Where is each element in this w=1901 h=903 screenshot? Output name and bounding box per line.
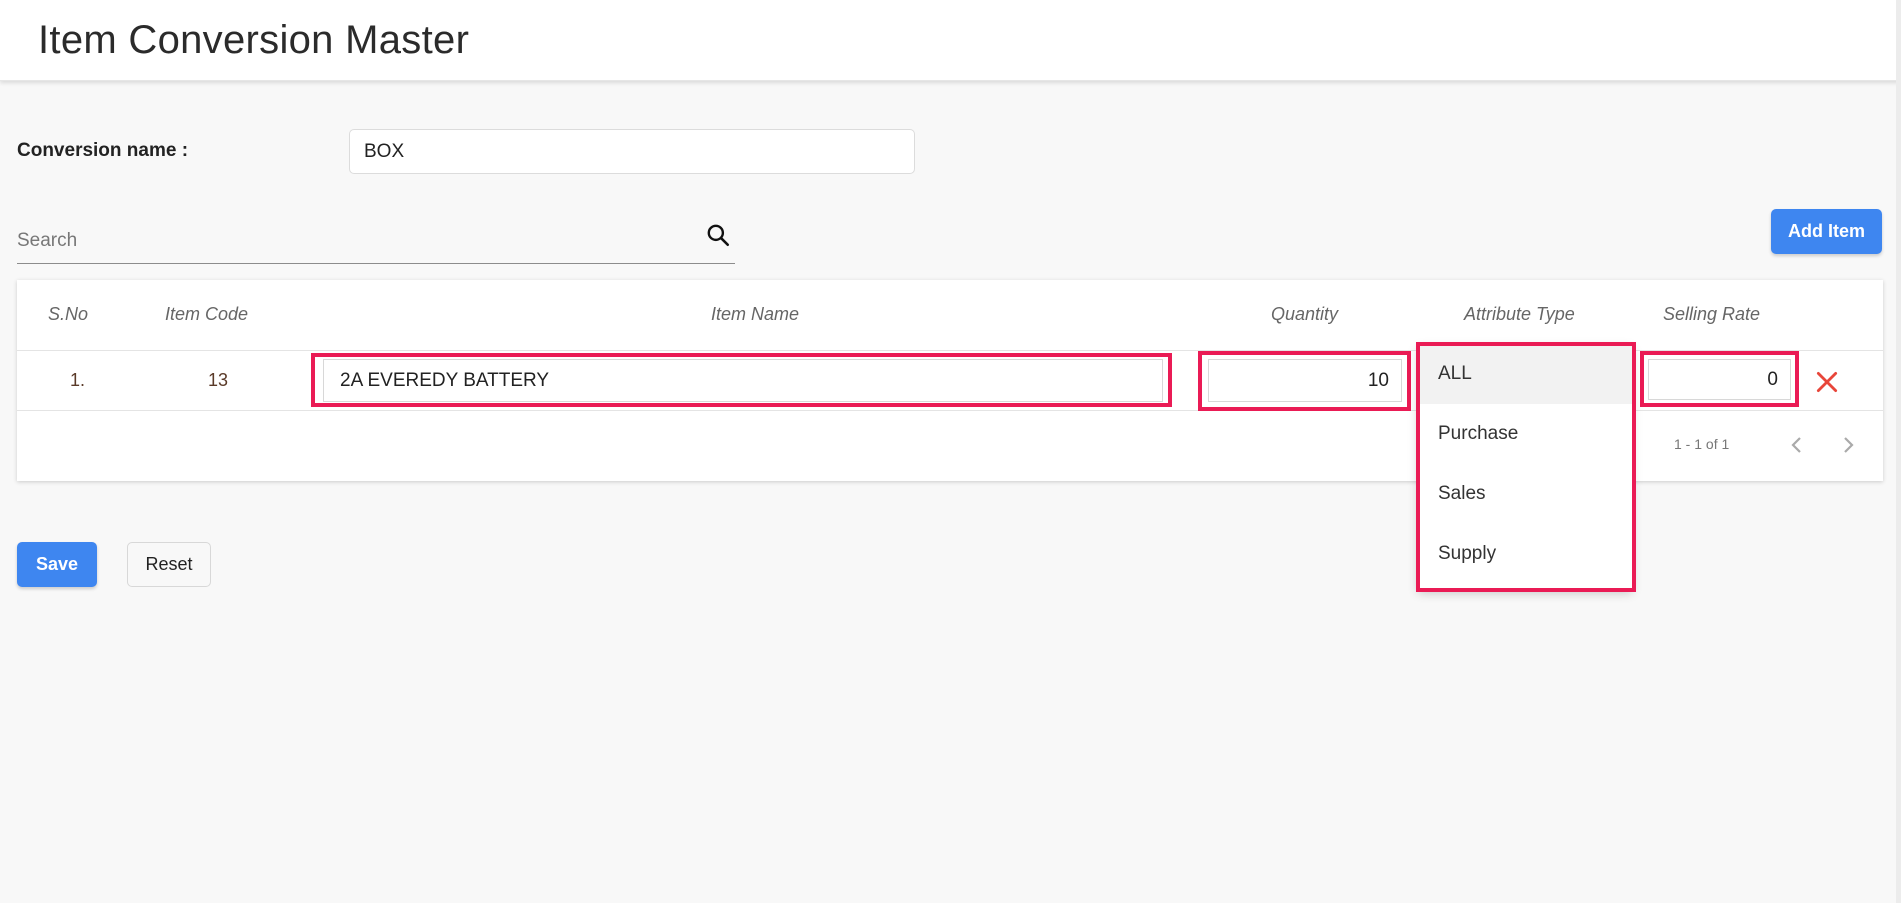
conversion-name-input[interactable]: BOX bbox=[349, 129, 915, 174]
page-header: Item Conversion Master bbox=[0, 0, 1901, 81]
page-scrollbar[interactable] bbox=[1896, 0, 1901, 903]
row-sno: 1. bbox=[70, 370, 86, 390]
column-header-item-code: Item Code bbox=[165, 304, 249, 324]
quantity-input[interactable]: 10 bbox=[1208, 359, 1402, 402]
item-name-input[interactable]: 2A EVEREDY BATTERY bbox=[323, 359, 1163, 402]
pagination-range: 1 - 1 of 1 bbox=[1674, 436, 1730, 452]
prev-page-icon[interactable] bbox=[1785, 433, 1809, 457]
reset-button[interactable]: Reset bbox=[127, 542, 211, 587]
attribute-type-highlight bbox=[1416, 342, 1636, 592]
add-item-button[interactable]: Add Item bbox=[1771, 209, 1882, 254]
delete-row-icon[interactable] bbox=[1814, 369, 1840, 395]
column-header-sno: S.No bbox=[48, 304, 89, 324]
selling-rate-input[interactable]: 0 bbox=[1648, 359, 1791, 400]
column-header-quantity: Quantity bbox=[1271, 304, 1339, 324]
row-item-code: 13 bbox=[208, 370, 229, 390]
save-button[interactable]: Save bbox=[17, 542, 97, 587]
search-placeholder: Search bbox=[17, 230, 78, 251]
next-page-icon[interactable] bbox=[1836, 433, 1860, 457]
search-field[interactable]: Search bbox=[17, 222, 735, 264]
column-header-selling-rate: Selling Rate bbox=[1663, 304, 1761, 324]
search-icon[interactable] bbox=[705, 222, 731, 248]
column-header-attribute-type: Attribute Type bbox=[1464, 304, 1575, 324]
page-title: Item Conversion Master bbox=[38, 18, 470, 62]
conversion-name-label: Conversion name : bbox=[17, 140, 189, 161]
column-header-item-name: Item Name bbox=[711, 304, 800, 324]
